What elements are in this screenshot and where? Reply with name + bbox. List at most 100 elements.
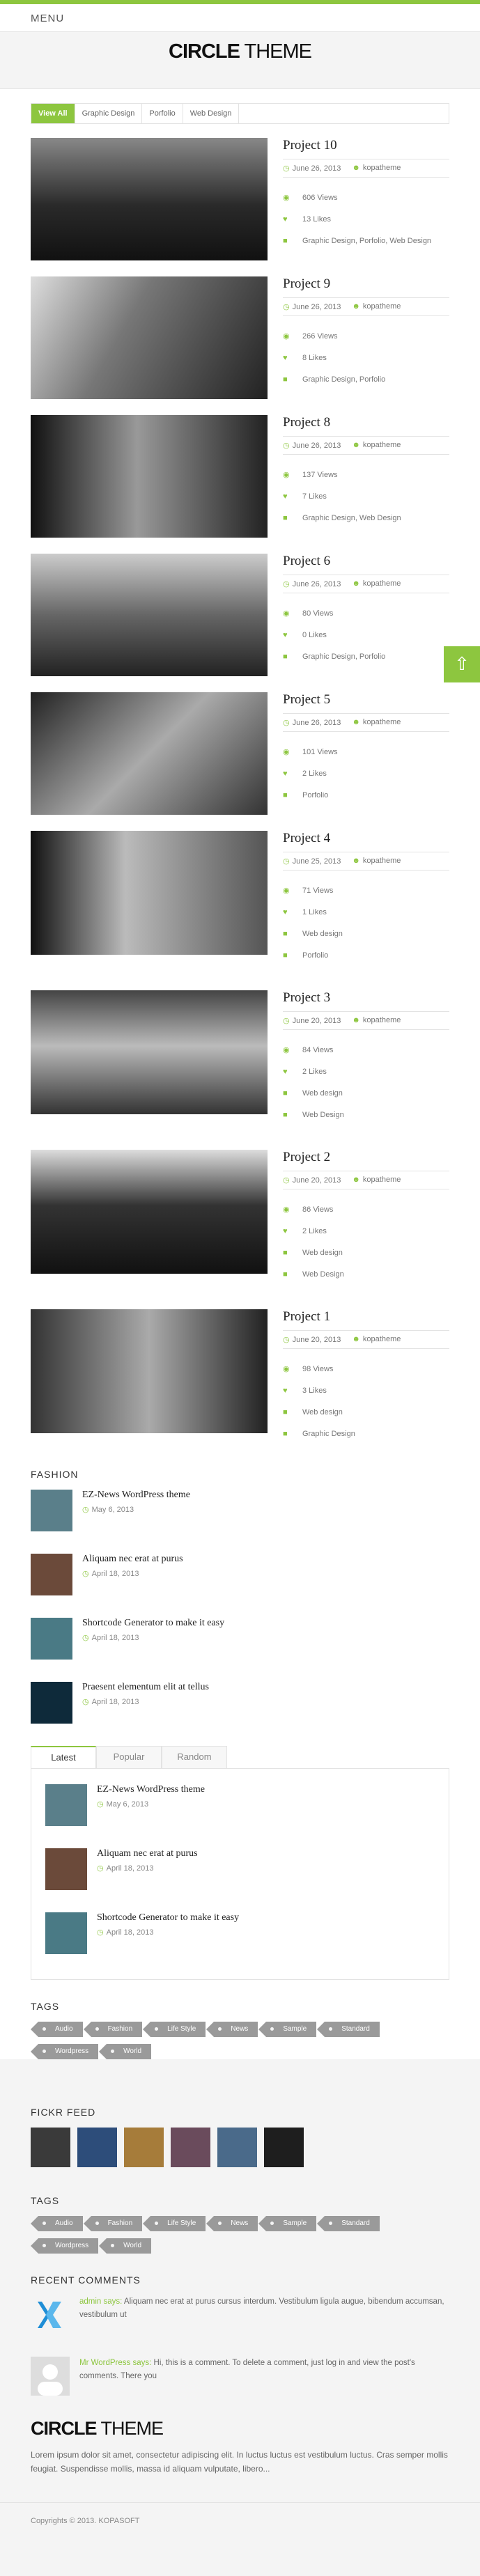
project-category[interactable]: ■ Web design: [283, 1083, 449, 1104]
project-category[interactable]: ■ Graphic Design, Porfolio, Web Design: [283, 231, 449, 252]
project-category[interactable]: ■ Porfolio: [283, 785, 449, 806]
project-author[interactable]: ☻ kopatheme: [352, 302, 401, 311]
tab-2[interactable]: Random: [162, 1746, 227, 1768]
filter-3[interactable]: Web Design: [183, 104, 240, 123]
tag-item[interactable]: World: [99, 2238, 152, 2254]
project-title[interactable]: Project 3: [283, 990, 449, 1006]
avatar[interactable]: [31, 2357, 70, 2396]
tag-item[interactable]: Fashion: [83, 2216, 143, 2231]
post-title[interactable]: Shortcode Generator to make it easy: [82, 1618, 224, 1629]
project-author[interactable]: ☻ kopatheme: [352, 718, 401, 727]
post-title[interactable]: EZ-News WordPress theme: [97, 1784, 205, 1795]
project-thumbnail[interactable]: [31, 138, 268, 260]
post-thumbnail[interactable]: [31, 1682, 72, 1724]
project-title[interactable]: Project 5: [283, 692, 449, 708]
project-likes[interactable]: ♥ 13 Likes: [283, 209, 449, 231]
comment-author[interactable]: admin says:: [79, 2297, 122, 2306]
footer-logo[interactable]: CIRCLE THEME: [31, 2418, 449, 2440]
project-category[interactable]: ■ Web design: [283, 1402, 449, 1423]
project-title[interactable]: Project 6: [283, 554, 449, 569]
project-likes[interactable]: ♥ 3 Likes: [283, 1380, 449, 1402]
project-category[interactable]: ■ Graphic Design, Porfolio: [283, 646, 449, 668]
project-author[interactable]: ☻ kopatheme: [352, 441, 401, 450]
flickr-photo[interactable]: [217, 2128, 257, 2167]
project-author[interactable]: ☻ kopatheme: [352, 579, 401, 588]
project-likes[interactable]: ♥ 7 Likes: [283, 486, 449, 508]
tag-item[interactable]: Audio: [31, 2022, 83, 2037]
tag-item[interactable]: Audio: [31, 2216, 83, 2231]
project-thumbnail[interactable]: [31, 554, 268, 676]
project-category[interactable]: ■ Web design: [283, 923, 449, 945]
flickr-photo[interactable]: [264, 2128, 304, 2167]
tag-item[interactable]: News: [206, 2022, 258, 2037]
filter-0[interactable]: View All: [31, 104, 75, 123]
project-thumbnail[interactable]: [31, 692, 268, 815]
project-category[interactable]: ■ Graphic Design: [283, 1423, 449, 1445]
project-category[interactable]: ■ Web Design: [283, 1264, 449, 1286]
project-thumbnail[interactable]: [31, 1309, 268, 1433]
project-author[interactable]: ☻ kopatheme: [352, 857, 401, 866]
project-author[interactable]: ☻ kopatheme: [352, 1335, 401, 1344]
tag-item[interactable]: Fashion: [83, 2022, 143, 2037]
project-title[interactable]: Project 10: [283, 138, 449, 153]
post-thumbnail[interactable]: [31, 1554, 72, 1595]
tag-item[interactable]: Standard: [317, 2022, 380, 2037]
tag-item[interactable]: Life Style: [143, 2216, 206, 2231]
project-thumbnail[interactable]: [31, 415, 268, 538]
tab-1[interactable]: Popular: [96, 1746, 162, 1768]
post-title[interactable]: EZ-News WordPress theme: [82, 1490, 190, 1501]
tag-item[interactable]: World: [99, 2044, 152, 2059]
post-title[interactable]: Aliquam nec erat at purus: [82, 1554, 183, 1565]
project-thumbnail[interactable]: [31, 831, 268, 955]
project-likes[interactable]: ♥ 1 Likes: [283, 902, 449, 923]
project-likes[interactable]: ♥ 8 Likes: [283, 348, 449, 369]
tag-item[interactable]: Sample: [258, 2022, 317, 2037]
filter-1[interactable]: Graphic Design: [75, 104, 143, 123]
project-category[interactable]: ■ Graphic Design, Porfolio: [283, 369, 449, 391]
project-author[interactable]: ☻ kopatheme: [352, 1016, 401, 1025]
tag-item[interactable]: Standard: [317, 2216, 380, 2231]
project-title[interactable]: Project 2: [283, 1150, 449, 1165]
tag-item[interactable]: News: [206, 2216, 258, 2231]
project-title[interactable]: Project 8: [283, 415, 449, 430]
post-thumbnail[interactable]: [45, 1848, 87, 1890]
menu-toggle[interactable]: MENU: [0, 4, 480, 32]
post-title[interactable]: Praesent elementum elit at tellus: [82, 1682, 209, 1693]
project-thumbnail[interactable]: [31, 990, 268, 1114]
filter-2[interactable]: Porfolio: [142, 104, 183, 123]
post-title[interactable]: Aliquam nec erat at purus: [97, 1848, 198, 1859]
project-title[interactable]: Project 4: [283, 831, 449, 846]
flickr-photo[interactable]: [31, 2128, 70, 2167]
project-likes[interactable]: ♥ 2 Likes: [283, 1061, 449, 1083]
project-author[interactable]: ☻ kopatheme: [352, 1176, 401, 1185]
project-title[interactable]: Project 9: [283, 276, 449, 292]
back-to-top-button[interactable]: ⇧: [444, 646, 480, 682]
project-author[interactable]: ☻ kopatheme: [352, 164, 401, 173]
project-thumbnail[interactable]: [31, 276, 268, 399]
post-thumbnail[interactable]: [45, 1784, 87, 1826]
project-category[interactable]: ■ Graphic Design, Web Design: [283, 508, 449, 529]
tag-item[interactable]: Life Style: [143, 2022, 206, 2037]
project-likes[interactable]: ♥ 0 Likes: [283, 625, 449, 646]
comment-body[interactable]: Aliquam nec erat at purus cursus interdu…: [79, 2297, 444, 2319]
avatar[interactable]: [31, 2295, 70, 2334]
tag-item[interactable]: Wordpress: [30, 2238, 99, 2254]
project-thumbnail[interactable]: [31, 1150, 268, 1274]
project-title[interactable]: Project 1: [283, 1309, 449, 1325]
post-thumbnail[interactable]: [31, 1618, 72, 1660]
flickr-photo[interactable]: [124, 2128, 164, 2167]
flickr-photo[interactable]: [171, 2128, 210, 2167]
post-thumbnail[interactable]: [31, 1490, 72, 1531]
project-likes[interactable]: ♥ 2 Likes: [283, 1221, 449, 1242]
project-likes[interactable]: ♥ 2 Likes: [283, 763, 449, 785]
post-title[interactable]: Shortcode Generator to make it easy: [97, 1912, 239, 1923]
tag-item[interactable]: Sample: [258, 2216, 317, 2231]
project-category[interactable]: ■ Web Design: [283, 1104, 449, 1126]
project-category[interactable]: ■ Porfolio: [283, 945, 449, 967]
flickr-photo[interactable]: [77, 2128, 117, 2167]
site-logo[interactable]: CIRCLE THEME: [0, 40, 480, 63]
tag-item[interactable]: Wordpress: [30, 2044, 99, 2059]
project-category[interactable]: ■ Web design: [283, 1242, 449, 1264]
post-thumbnail[interactable]: [45, 1912, 87, 1954]
tab-0[interactable]: Latest: [31, 1746, 96, 1768]
